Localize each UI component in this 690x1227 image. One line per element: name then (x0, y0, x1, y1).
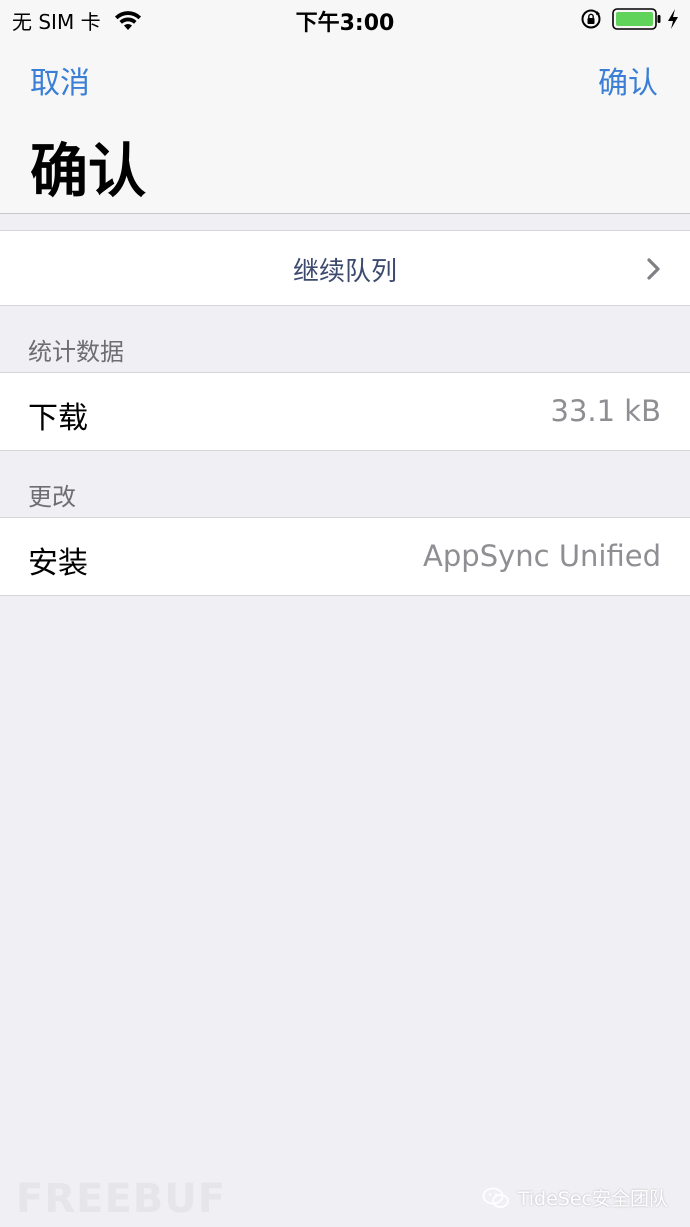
page-title: 确认 (30, 137, 147, 205)
battery-icon (612, 8, 661, 30)
navigation-bar: 取消 确认 确认 (0, 40, 690, 214)
cancel-button[interactable]: 取消 (30, 58, 90, 102)
tidesec-watermark-text: TideSec安全团队 (517, 1188, 668, 1210)
screen: 无 SIM 卡 下午3:00 取消 确认 确认 继续队列 统计数据 下载 33.… (0, 0, 690, 1227)
confirm-button[interactable]: 确认 (598, 58, 658, 102)
install-row: 安装 AppSync Unified (0, 517, 690, 596)
chevron-right-icon (647, 258, 660, 280)
download-label: 下载 (28, 401, 88, 436)
status-bar: 无 SIM 卡 下午3:00 (0, 0, 690, 40)
status-right (580, 7, 680, 31)
charging-bolt-icon (668, 9, 678, 29)
install-label: 安装 (28, 546, 88, 581)
section-header-changes: 更改 (28, 483, 76, 511)
install-package-value: AppSync Unified (423, 539, 661, 573)
download-row: 下载 33.1 kB (0, 372, 690, 451)
download-size-value: 33.1 kB (550, 394, 661, 428)
wechat-icon (482, 1187, 509, 1208)
tidesec-watermark: TideSec安全团队 (482, 1184, 668, 1211)
continue-queue-row[interactable]: 继续队列 (0, 230, 690, 306)
orientation-lock-icon (581, 9, 601, 29)
section-header-stats: 统计数据 (28, 338, 124, 366)
freebuf-watermark: FREEBUF (16, 1176, 227, 1222)
continue-queue-label: 继续队列 (292, 257, 397, 287)
